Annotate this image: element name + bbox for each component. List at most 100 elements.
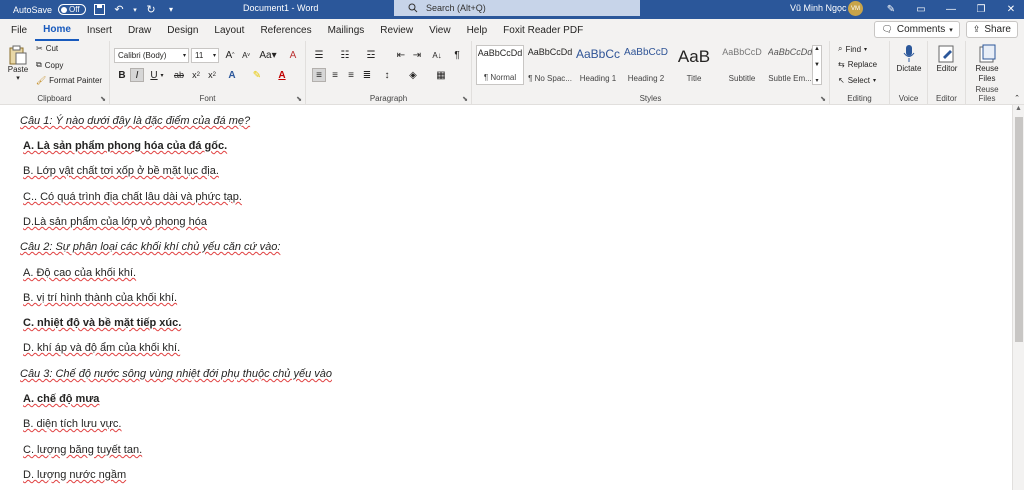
answer-3c[interactable]: C. lượng băng tuyết tan. xyxy=(23,444,142,456)
minimize-icon[interactable]: — xyxy=(936,0,966,19)
align-center-icon[interactable]: ≡ xyxy=(328,68,342,82)
font-size-select[interactable]: 11 ▾ xyxy=(191,48,219,63)
restore-icon[interactable]: ❐ xyxy=(966,0,996,19)
numbering-icon[interactable]: ☷ xyxy=(338,48,352,62)
text-effects-icon[interactable]: A xyxy=(225,68,239,82)
tab-insert[interactable]: Insert xyxy=(79,19,120,41)
font-color-icon[interactable]: A xyxy=(275,68,289,82)
show-formatting-icon[interactable]: ¶ xyxy=(450,48,464,62)
ribbon-display-icon[interactable]: ▭ xyxy=(906,0,936,19)
tab-layout[interactable]: Layout xyxy=(206,19,252,41)
chevron-down-icon[interactable]: ▼ xyxy=(814,62,820,68)
shrink-font-icon[interactable]: Av xyxy=(239,48,253,62)
tab-foxit-reader-pdf[interactable]: Foxit Reader PDF xyxy=(495,19,591,41)
grow-font-icon[interactable]: A ^ xyxy=(223,48,237,62)
font-launcher-icon[interactable]: ⬊ xyxy=(296,95,302,103)
answer-3b[interactable]: B. diện tích lưu vực. xyxy=(23,418,122,430)
clipboard-launcher-icon[interactable]: ⬊ xyxy=(100,95,106,103)
tab-mailings[interactable]: Mailings xyxy=(320,19,373,41)
answer-1d[interactable]: D.Là sản phẩm của lớp vỏ phong hóa xyxy=(23,216,207,228)
answer-1b[interactable]: B. Lớp vật chất tơi xốp ở bề mặt lục địa… xyxy=(23,165,219,177)
share-button[interactable]: ⇪ Share xyxy=(965,21,1018,38)
tab-draw[interactable]: Draw xyxy=(120,19,159,41)
line-spacing-icon[interactable]: ↕ xyxy=(380,68,394,82)
editor-button[interactable]: Editor xyxy=(932,44,962,73)
document-body[interactable]: Câu 1: Ý nào dưới đây là đặc điểm của đá… xyxy=(20,105,980,490)
style-title[interactable]: AaB Title xyxy=(670,45,718,85)
vertical-scrollbar[interactable]: ▲ xyxy=(1012,105,1024,490)
answer-1a[interactable]: A. Là sản phẩm phong hóa của đá gốc. xyxy=(23,140,227,152)
change-case-icon[interactable]: Aa▾ xyxy=(257,48,279,62)
tab-design[interactable]: Design xyxy=(159,19,206,41)
subscript-icon[interactable]: x2 xyxy=(189,68,203,82)
undo-icon[interactable]: ↶ xyxy=(112,3,126,17)
comments-button[interactable]: 🗨 Comments ▾ xyxy=(874,21,960,38)
select-button[interactable]: ↖ Select ▾ xyxy=(838,76,876,85)
reuse-files-button[interactable]: Reuse Files xyxy=(970,44,1004,84)
font-name-select[interactable]: Calibri (Body) ▾ xyxy=(114,48,189,63)
answer-1c[interactable]: C.. Có quá trình địa chất lâu dài và phứ… xyxy=(23,191,242,203)
italic-button[interactable]: I xyxy=(130,68,144,82)
answer-2d[interactable]: D. khí áp và độ ẩm của khối khí. xyxy=(23,342,180,354)
dictate-button[interactable]: Dictate xyxy=(894,44,924,73)
answer-3a[interactable]: A. chế độ mưa xyxy=(23,393,99,405)
align-right-icon[interactable]: ≡ xyxy=(344,68,358,82)
decrease-indent-icon[interactable]: ⇤ xyxy=(394,48,408,62)
search-box[interactable]: Search (Alt+Q) xyxy=(394,0,640,16)
shading-icon[interactable]: ◈ xyxy=(406,68,420,82)
tab-view[interactable]: View xyxy=(421,19,459,41)
question-3[interactable]: Câu 3: Chế độ nước sông vùng nhiệt đới p… xyxy=(20,368,332,380)
style-subtitle[interactable]: AaBbCcD Subtitle xyxy=(718,45,766,85)
close-icon[interactable]: ✕ xyxy=(996,0,1024,19)
superscript-icon[interactable]: x2 xyxy=(205,68,219,82)
chevron-up-icon[interactable]: ▲ xyxy=(814,46,820,52)
tab-review[interactable]: Review xyxy=(372,19,421,41)
save-icon[interactable] xyxy=(92,3,106,17)
answer-2a[interactable]: A. Độ cao của khối khí. xyxy=(23,267,136,279)
customize-toolbar-icon[interactable]: ▾ xyxy=(164,3,178,17)
style-subtle-emphasis[interactable]: AaBbCcDd Subtle Em... xyxy=(766,45,814,85)
multilevel-list-icon[interactable]: ☲ xyxy=(364,48,378,62)
pen-icon[interactable]: ✎ xyxy=(876,0,906,19)
bullets-icon[interactable]: ☰ xyxy=(312,48,326,62)
tab-references[interactable]: References xyxy=(252,19,319,41)
bold-button[interactable]: B xyxy=(115,68,129,82)
styles-launcher-icon[interactable]: ⬊ xyxy=(820,95,826,103)
cut-button[interactable]: ✂ Cut xyxy=(36,44,58,53)
collapse-ribbon-icon[interactable]: ⌃ xyxy=(1014,94,1020,102)
clear-formatting-icon[interactable]: A xyxy=(286,48,300,62)
question-2[interactable]: Câu 2: Sự phân loại các khối khí chủ yếu… xyxy=(20,241,280,253)
justify-icon[interactable]: ≣ xyxy=(360,68,374,82)
borders-icon[interactable]: ▦ xyxy=(434,68,448,82)
scrollbar-thumb[interactable] xyxy=(1015,117,1023,342)
more-styles-icon[interactable]: ▾ xyxy=(815,77,818,84)
autosave-toggle[interactable]: Off xyxy=(58,4,87,15)
sort-icon[interactable]: A↓ xyxy=(430,48,444,62)
find-button[interactable]: ⌕ Find ▾ xyxy=(838,44,867,54)
tab-help[interactable]: Help xyxy=(459,19,496,41)
format-painter-button[interactable]: 🖌 Format Painter xyxy=(36,76,102,85)
tab-file[interactable]: File xyxy=(0,19,35,41)
question-1[interactable]: Câu 1: Ý nào dưới đây là đặc điểm của đá… xyxy=(20,115,250,127)
strikethrough-icon[interactable]: ab xyxy=(172,68,186,82)
tab-home[interactable]: Home xyxy=(35,19,79,41)
answer-2b[interactable]: B. vị trí hình thành của khối khí. xyxy=(23,292,177,304)
replace-button[interactable]: ⇆ Replace xyxy=(838,60,877,69)
highlight-icon[interactable]: ✎ xyxy=(250,68,264,82)
document-canvas[interactable]: Câu 1: Ý nào dưới đây là đặc điểm của đá… xyxy=(0,105,1012,490)
answer-3d[interactable]: D. lượng nước ngầm xyxy=(23,469,126,481)
redo-icon[interactable]: ↻ xyxy=(144,3,158,17)
scroll-up-icon[interactable]: ▲ xyxy=(1015,105,1022,112)
answer-2c[interactable]: C. nhiệt độ và bề mặt tiếp xúc. xyxy=(23,317,181,329)
styles-scroll[interactable]: ▲ ▼ ▾ xyxy=(812,45,822,85)
paragraph-launcher-icon[interactable]: ⬊ xyxy=(462,95,468,103)
style-normal[interactable]: AaBbCcDd ¶ Normal xyxy=(476,45,524,85)
user-name[interactable]: Vũ Minh Ngọc xyxy=(790,3,847,13)
avatar[interactable]: VM xyxy=(848,1,863,16)
paste-button[interactable]: Paste ▾ xyxy=(7,45,29,82)
copy-button[interactable]: ⧉ Copy xyxy=(36,60,63,70)
increase-indent-icon[interactable]: ⇥ xyxy=(410,48,424,62)
underline-dropdown-icon[interactable]: ▾ xyxy=(159,68,165,82)
style-no-spacing[interactable]: AaBbCcDd ¶ No Spac... xyxy=(526,45,574,85)
align-left-icon[interactable]: ≡ xyxy=(312,68,326,82)
